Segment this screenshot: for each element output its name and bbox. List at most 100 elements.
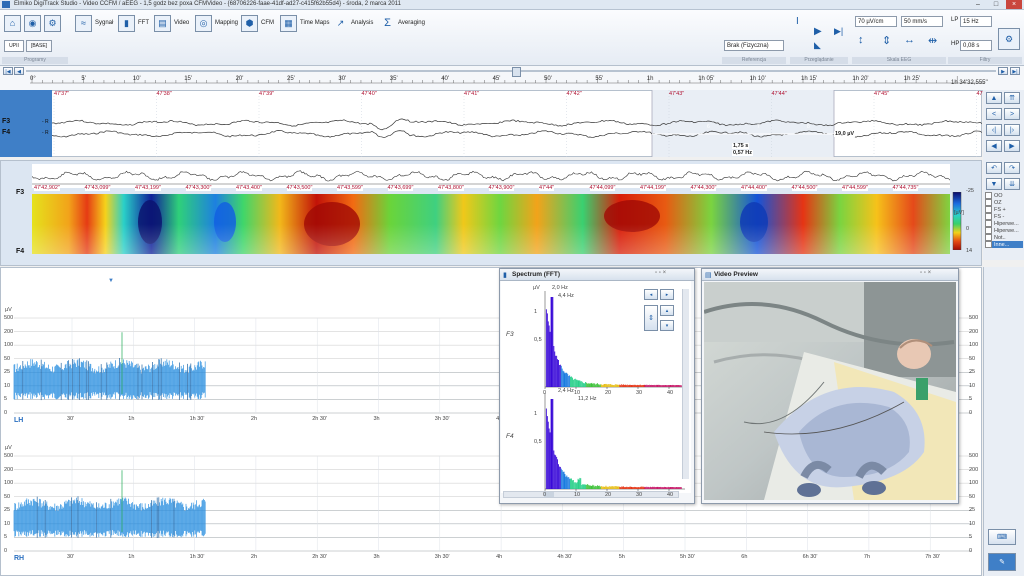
spectrum-left-button[interactable]: ◂ [644,289,658,300]
increase-amplitude-icon[interactable]: ↕ [858,34,864,46]
trend-y-label-left: 25 [4,369,11,376]
timeline-prev-button[interactable]: ◀ [14,67,24,75]
checkbox-fs-plus[interactable]: FS + [985,206,1023,213]
reference-select[interactable]: Brak (Fizyczna) [724,40,784,51]
timeline-tick-label: 0° [30,76,36,82]
nav-segment-left-button[interactable]: ◀ [986,140,1002,152]
checkbox-not[interactable]: Not.. [985,234,1023,241]
hp-label: HP [951,41,960,47]
group-przegladanie-label: Przeglądanie [790,57,848,64]
sigma-icon: Σ [384,17,391,29]
nav-up-fast-button[interactable]: ⇈ [1004,92,1020,104]
nav-up-button[interactable]: ▲ [986,92,1002,104]
spectrum-up-button[interactable]: ▴ [660,305,674,316]
video-window[interactable]: Video Preview ▤ ▫ ▫ × [701,268,959,504]
rh-label: RH [14,555,25,562]
stretch-time-icon[interactable]: ↔ [904,34,915,46]
wave-icon: ≈ [75,14,92,32]
minimize-button[interactable]: – [970,0,986,9]
speed-select[interactable]: 50 mm/s [901,16,943,27]
checkbox-oz[interactable]: OZ [985,199,1023,206]
timeline-end-button[interactable]: ▶| [1010,67,1020,75]
checkbox-oo[interactable]: OO [985,192,1023,199]
video-frame[interactable] [704,282,956,500]
mapping-button[interactable]: ◎ Mapping [195,14,238,32]
time-maps-button[interactable]: ▦ Time Maps [280,14,329,32]
spectrum-down-button[interactable]: ▾ [660,320,674,331]
annotate-button[interactable]: ✎ [988,553,1016,571]
tab-upm[interactable]: UPII [4,40,24,52]
view-button[interactable]: ◉ [24,14,41,32]
averaging-button[interactable]: Σ Averaging [380,14,425,32]
signal-button[interactable]: ≈ Sygnał [75,14,113,32]
sensitivity-select[interactable]: 70 µV/cm [855,16,897,27]
trend-x-label: 4h 30' [557,554,573,560]
checkbox-hiperwe-2[interactable]: Hiperwe... [985,227,1023,234]
timeline-tick-label: 25' [287,76,295,82]
keyboard-button[interactable]: ⌨ [988,529,1016,545]
filter-settings-icon[interactable]: ⚙ [998,28,1020,50]
spectrum-hscroll[interactable] [503,491,679,498]
home-button[interactable]: ⌂ [4,14,21,32]
group-referencja-label: Referencja [722,57,786,64]
video-button[interactable]: ▤ Video [154,14,189,32]
decrease-amplitude-icon[interactable]: ⇕ [882,34,891,47]
cfm-nav-left-button[interactable]: ↶ [986,162,1002,174]
step-icon[interactable]: ◣ [814,40,821,51]
spectrum-window[interactable]: Spectrum (FFT) ▮ ▫ ▫ × µV F3 F4 2,0 Hz 4… [499,268,695,504]
play-icon[interactable]: ▶ [814,26,822,37]
settings-button[interactable]: ⚙ [44,14,61,32]
nav-shift-right-button[interactable]: |› [1004,124,1020,136]
cfm-nav-right-button[interactable]: ↷ [1004,162,1020,174]
cfm-time-mark: 47'44,500" [791,185,818,191]
play-end-icon[interactable]: ▶| [834,26,843,37]
trend-x-label: 1h [128,416,135,422]
close-button[interactable]: × [1006,0,1022,9]
spectrum-x-tick: 10 [574,390,581,396]
spectrum-ch-f3: F3 [506,331,514,338]
cfm-time-mark: 47'44,599" [842,185,868,191]
timeline-tick-label: 1h [646,76,654,82]
signal-label: Sygnał [95,20,114,26]
checkbox-fs-minus[interactable]: FS - [985,213,1023,220]
timeline-scroll-track[interactable] [26,70,996,72]
compress-time-icon[interactable]: ⇹ [928,34,937,47]
video-window-buttons[interactable]: ▫ ▫ × [920,270,931,276]
timeline-start-button[interactable]: |◀ [3,67,13,75]
spectrum-vscroll[interactable] [682,289,689,479]
hp-select[interactable]: 0,08 s [960,40,992,51]
spectrum-zoom-button[interactable]: ⇕ [644,305,658,331]
checkbox-inne[interactable]: Inne... [985,241,1023,248]
nav-shift-left-button[interactable]: ‹| [986,124,1002,136]
analysis-button[interactable]: ↗ Analysis [333,14,374,32]
cfm-button[interactable]: ⬢ CFM [241,14,274,32]
spectrum-x-tick: 0 [543,492,547,498]
spectrum-x-tick: 40 [667,390,674,396]
cursor-icon[interactable]: I [796,16,799,27]
timeline-tick-label: 55' [595,76,604,82]
trend-y-label-right: 10 [969,382,976,389]
cfm-nav-down-fast-button[interactable]: ⇊ [1004,178,1020,190]
fft-button[interactable]: ▮ FFT [118,14,149,32]
tab-base[interactable]: [BASE] [26,40,52,52]
cfm-time-mark: 47'43,800" [438,185,464,191]
trend-y-label-left: 0 [4,410,8,416]
measure-time: 1,75 s [732,143,750,149]
nav-segment-right-button[interactable]: ▶ [1004,140,1020,152]
maximize-button[interactable]: □ [988,0,1004,9]
timeline-ruler[interactable]: |◀ ◀ ▶ ▶| 1h 34'32,555'' 0° 5' 10' 15' 20' 25… [0,66,1024,91]
cfm-scale-max: -25 [966,188,974,194]
spectrum-x-tick: 30 [636,390,643,396]
spectrum-right-button[interactable]: ▸ [660,289,674,300]
timeline-next-button[interactable]: ▶ [998,67,1008,75]
timeline-tick-label: 1h 10' [749,76,766,82]
nav-page-next-button[interactable]: > [1004,108,1020,120]
lp-select[interactable]: 15 Hz [960,16,992,27]
cfm-nav-down-button[interactable]: ▼ [986,178,1002,190]
nav-page-prev-button[interactable]: < [986,108,1002,120]
checkbox-hiperwe-1[interactable]: Hiperwe... [985,220,1023,227]
spectrum-window-buttons[interactable]: ▫ ▫ × [655,270,666,276]
group-programy-label: Programy [2,57,68,64]
trend-x-label: 1h [128,554,135,560]
measure-frequency: 0,57 Hz [732,150,753,156]
